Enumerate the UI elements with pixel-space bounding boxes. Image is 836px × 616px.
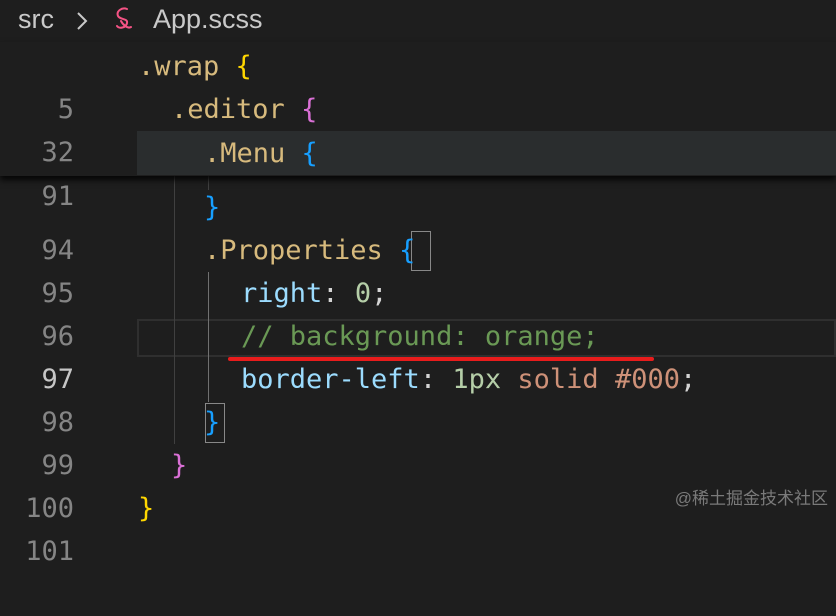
open-brace: { [235, 51, 252, 82]
sticky-line[interactable]: 5 .wrap { [0, 45, 836, 125]
comment: // background: orange; [241, 321, 599, 352]
value-color: #000 [614, 364, 680, 395]
close-brace: } [204, 407, 221, 438]
property: border-left [241, 364, 420, 395]
value: 0 [354, 278, 372, 309]
annotation-underline [228, 357, 654, 361]
sticky-scroll-header: 5 .wrap { 32 .editor { 91 .Menu { [0, 42, 836, 212]
code-line[interactable]: 95 .Properties { [0, 229, 836, 309]
indent-guide-active [208, 272, 209, 402]
open-brace: { [301, 138, 318, 169]
sticky-line[interactable]: 91 .Menu { [0, 132, 836, 212]
code-line[interactable]: 98 border-left: 1px solid #000; [0, 358, 836, 438]
breadcrumb: src App.scss [0, 0, 836, 38]
line-number: 101 [25, 536, 74, 567]
breadcrumb-folder[interactable]: src [18, 4, 54, 35]
selector: .editor [171, 94, 285, 125]
indent-guide [208, 176, 209, 190]
open-brace: { [301, 94, 318, 125]
close-brace: } [171, 450, 188, 481]
close-brace: } [138, 493, 155, 524]
open-brace: { [399, 235, 416, 266]
close-brace: } [204, 192, 221, 223]
watermark: @稀土掘金技术社区 [674, 489, 828, 508]
property: right [241, 278, 323, 309]
selector: .Properties [204, 235, 383, 266]
code-line-active[interactable]: 97 // background: orange; [0, 315, 836, 395]
line-number: 91 [41, 181, 74, 212]
code-line[interactable]: 94 } [0, 186, 836, 266]
sticky-line[interactable]: 32 .editor { [0, 88, 836, 168]
selector: .wrap [138, 51, 220, 82]
selector: .Menu [204, 138, 286, 169]
chevron-right-icon [77, 12, 88, 30]
code-line[interactable]: 100 } [0, 444, 836, 524]
sass-icon [116, 7, 132, 29]
code-line[interactable]: 99 } [0, 401, 836, 481]
value-number: 1px [452, 364, 502, 395]
code-line[interactable]: 96 right: 0; [0, 272, 836, 352]
breadcrumb-file[interactable]: App.scss [153, 4, 263, 35]
value-keyword: solid [517, 364, 599, 395]
indent-guide [174, 176, 175, 444]
